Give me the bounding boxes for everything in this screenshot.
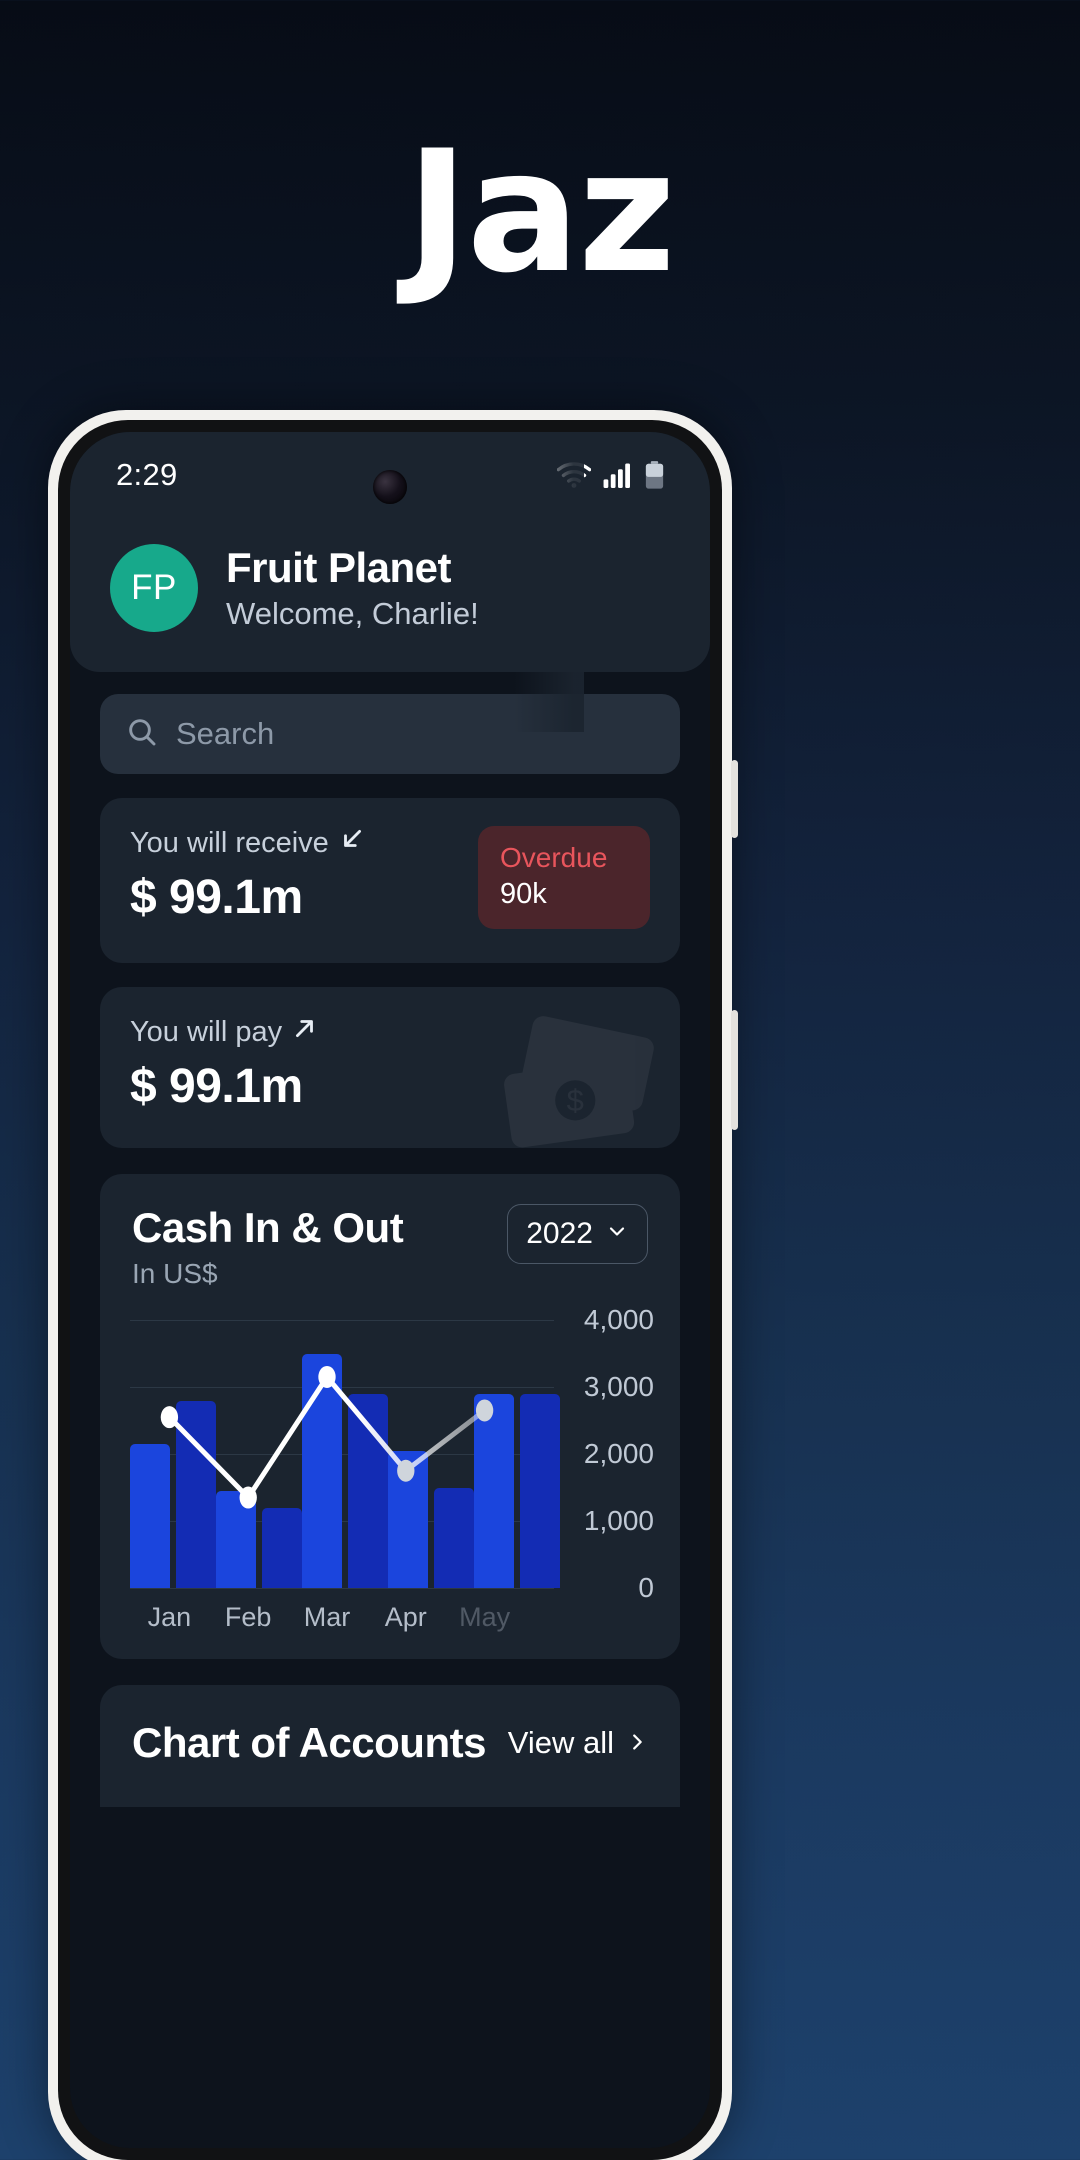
wifi-icon [557, 462, 591, 488]
chart-x-tick-label: Apr [384, 1602, 427, 1633]
phone-power-button[interactable] [731, 1010, 738, 1130]
battery-icon [645, 461, 664, 489]
org-name: Fruit Planet [226, 544, 452, 591]
dashboard-body: Search You will receive $ 99.1m Overdue … [70, 432, 710, 1808]
chart-title: Cash In & Out [132, 1204, 404, 1252]
org-header-card[interactable]: FP Fruit Planet Welcome, Charlie! [70, 518, 710, 673]
receivable-label: You will receive [130, 826, 329, 859]
search-input[interactable]: Search [100, 694, 680, 775]
chart-heading: Cash In & Out In US$ [132, 1204, 404, 1290]
arrow-down-left-icon [339, 826, 365, 860]
arrow-up-right-icon [292, 1015, 318, 1049]
phone-bezel: 2:29 FP Fruit Planet Welcome, Charlie! S… [58, 420, 722, 2160]
chart-plot-area: 0 1,000 2,000 3,000 4,000 [100, 432, 680, 1603]
receivable-main: You will receive $ 99.1m [130, 826, 365, 925]
search-placeholder: Search [176, 716, 275, 752]
chart-y-tick-label: 2,000 [583, 1438, 654, 1470]
overdue-label: Overdue [500, 842, 608, 874]
chart-line-series [160, 1366, 494, 1510]
chart-x-tick-label: Mar [303, 1602, 351, 1633]
status-bar: 2:29 [70, 432, 710, 518]
chart-x-axis: Jan Feb Mar Apr May [100, 1602, 680, 1633]
chart-y-tick-label: 1,000 [583, 1505, 654, 1537]
avatar: FP [110, 544, 198, 633]
chart-of-accounts-title: Chart of Accounts [132, 1719, 486, 1767]
payable-label: You will pay [130, 1015, 283, 1048]
payable-card[interactable]: $ You will pay $ 99.1m [100, 987, 680, 1149]
status-clock: 2:29 [116, 457, 178, 492]
chart-y-tick-label: 3,000 [583, 1371, 654, 1403]
chevron-right-icon [626, 1725, 648, 1761]
chart-canvas [130, 1320, 560, 1590]
receivable-amount: $ 99.1m [130, 871, 303, 925]
receivable-card[interactable]: You will receive $ 99.1m Overdue 90k [100, 798, 680, 964]
phone-mockup: 2:29 FP Fruit Planet Welcome, Charlie! S… [48, 410, 738, 2160]
chart-x-tick-label: Feb [224, 1602, 272, 1633]
view-all-label: View all [507, 1725, 614, 1761]
phone-volume-button[interactable] [731, 760, 738, 838]
payable-label-row: You will pay [130, 1015, 650, 1049]
overdue-badge[interactable]: Overdue 90k [478, 826, 650, 930]
chart-gridline [130, 1588, 554, 1590]
year-dropdown[interactable]: 2022 [507, 1204, 648, 1265]
chart-y-axis: 0 1,000 2,000 3,000 4,000 [536, 1304, 654, 1603]
front-camera-punch-hole [373, 470, 407, 504]
chart-of-accounts-section[interactable]: Chart of Accounts View all [100, 1685, 680, 1808]
view-all-button[interactable]: View all [508, 1725, 648, 1761]
org-header-text: Fruit Planet Welcome, Charlie! [226, 544, 479, 632]
phone-screen: 2:29 FP Fruit Planet Welcome, Charlie! S… [70, 432, 710, 2148]
year-value: 2022 [526, 1217, 593, 1251]
overdue-amount: 90k [500, 878, 547, 911]
cash-in-out-card: Cash In & Out In US$ 2022 0 1,000 2,000 … [100, 432, 680, 1660]
payable-amount: $ 99.1m [130, 1060, 303, 1114]
receivable-label-row: You will receive [130, 826, 365, 860]
chart-subtitle: In US$ [132, 1258, 218, 1290]
chevron-down-icon [605, 1217, 629, 1251]
chart-x-tick-label: Jan [147, 1602, 192, 1633]
brand-header: Jaz [0, 128, 1080, 296]
welcome-message: Welcome, Charlie! [226, 596, 479, 632]
status-icon-group [557, 461, 664, 489]
chart-x-tick-label: May [459, 1602, 511, 1633]
cellular-signal-icon [603, 462, 633, 488]
app-wordmark: Jaz [406, 114, 676, 310]
search-icon [126, 716, 158, 753]
chart-y-tick-label: 0 [638, 1572, 654, 1604]
chart-y-tick-label: 4,000 [583, 1304, 654, 1336]
